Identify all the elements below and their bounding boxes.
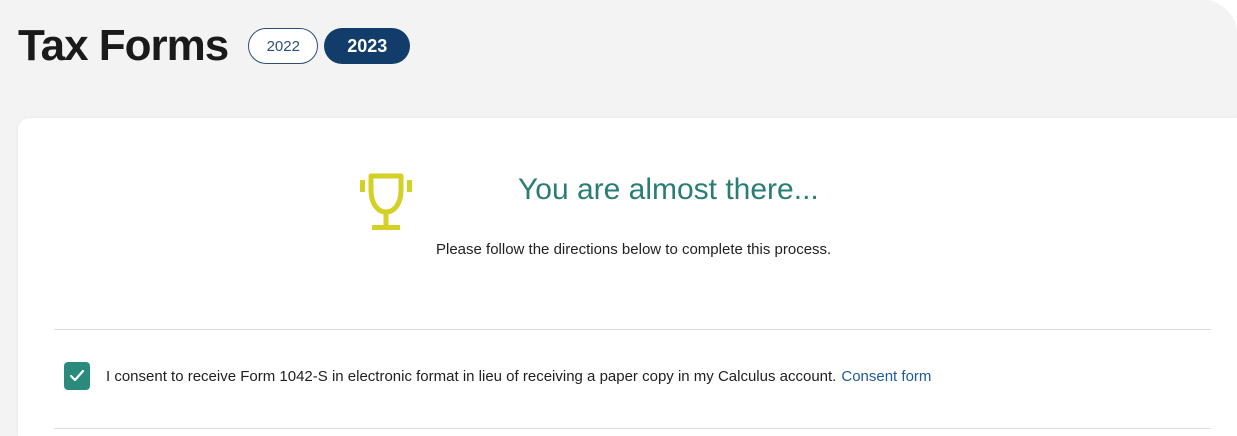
year-tab-2023[interactable]: 2023 bbox=[324, 28, 411, 64]
page-header: Tax Forms 2022 2023 bbox=[18, 20, 416, 72]
consent-checkbox[interactable] bbox=[64, 362, 90, 390]
consent-form-link[interactable]: Consent form bbox=[841, 368, 931, 385]
consent-row: I consent to receive Form 1042-S in elec… bbox=[64, 361, 931, 391]
consent-label: I consent to receive Form 1042-S in elec… bbox=[106, 367, 837, 385]
page-title: Tax Forms bbox=[18, 21, 229, 70]
directions-text: Please follow the directions below to co… bbox=[436, 241, 832, 258]
almost-there-heading: You are almost there... bbox=[518, 173, 819, 206]
tax-forms-panel: Tax Forms 2022 2023 You are almost there… bbox=[0, 0, 1237, 436]
year-tab-2022[interactable]: 2022 bbox=[248, 28, 319, 64]
divider bbox=[54, 329, 1211, 330]
divider bbox=[54, 428, 1211, 429]
checkmark-icon bbox=[69, 369, 85, 382]
consent-card: You are almost there... Please follow th… bbox=[18, 118, 1237, 436]
trophy-icon bbox=[360, 173, 412, 230]
